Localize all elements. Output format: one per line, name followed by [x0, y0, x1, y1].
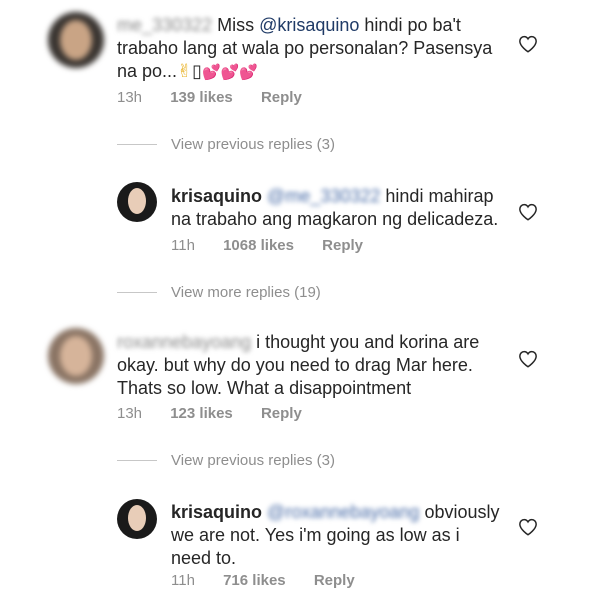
comment-username[interactable]: roxannebayoang: [117, 332, 251, 352]
divider: [117, 460, 157, 461]
heart-outline-icon[interactable]: [518, 350, 538, 368]
likes-count[interactable]: 1068 likes: [223, 237, 294, 254]
mention-link[interactable]: @krisaquino: [259, 15, 359, 35]
comment-time: 11h: [171, 572, 195, 589]
likes-count[interactable]: 716 likes: [223, 572, 286, 589]
reply-button[interactable]: Reply: [322, 237, 363, 254]
view-replies-label[interactable]: View previous replies (3): [171, 136, 335, 153]
comment-username[interactable]: me_330322: [117, 15, 212, 35]
comment-item: me_330322 Miss @krisaquino hindi po ba't…: [0, 0, 612, 120]
comment-meta: 11h 716 likes Reply: [171, 572, 379, 590]
reply-button[interactable]: Reply: [261, 89, 302, 106]
hearts-emoji: 💕💕💕: [202, 64, 259, 81]
avatar[interactable]: [48, 12, 104, 68]
comment-meta: 11h 1068 likes Reply: [171, 237, 387, 255]
peace-emoji: ✌: [177, 61, 193, 81]
likes-count[interactable]: 123 likes: [170, 405, 233, 422]
comment-time: 11h: [171, 237, 195, 254]
view-more-replies[interactable]: View more replies (19): [117, 284, 321, 301]
comment-text: krisaquino @roxannebayoang obviously we …: [171, 501, 501, 570]
divider: [117, 292, 157, 293]
comment-username[interactable]: krisaquino: [171, 502, 262, 522]
avatar[interactable]: [117, 182, 157, 222]
avatar[interactable]: [117, 499, 157, 539]
comment-thread: me_330322 Miss @krisaquino hindi po ba't…: [0, 0, 612, 609]
comment-text: krisaquino @me_330322 hindi mahirap na t…: [171, 185, 511, 231]
avatar[interactable]: [48, 328, 104, 384]
reply-button[interactable]: Reply: [261, 405, 302, 422]
likes-count[interactable]: 139 likes: [170, 89, 233, 106]
view-replies-label[interactable]: View more replies (19): [171, 284, 321, 301]
reply-item: krisaquino @me_330322 hindi mahirap na t…: [0, 170, 612, 270]
box-emoji: ▯: [192, 61, 203, 81]
view-previous-replies[interactable]: View previous replies (3): [117, 452, 335, 469]
comment-item: roxannebayoang i thought you and korina …: [0, 318, 612, 433]
heart-outline-icon[interactable]: [518, 518, 538, 536]
view-replies-label[interactable]: View previous replies (3): [171, 452, 335, 469]
comment-body: Miss: [212, 15, 260, 35]
comment-meta: 13h 139 likes Reply: [117, 89, 326, 107]
comment-time: 13h: [117, 89, 143, 106]
mention-link[interactable]: @roxannebayoang: [267, 502, 419, 522]
comment-text: roxannebayoang i thought you and korina …: [117, 331, 502, 400]
reply-button[interactable]: Reply: [314, 572, 355, 589]
comment-time: 13h: [117, 405, 143, 422]
divider: [117, 144, 157, 145]
heart-outline-icon[interactable]: [518, 35, 538, 53]
reply-item: krisaquino @roxannebayoang obviously we …: [0, 485, 612, 600]
view-previous-replies[interactable]: View previous replies (3): [117, 136, 335, 153]
comment-meta: 13h 123 likes Reply: [117, 405, 326, 423]
mention-link[interactable]: @me_330322: [267, 186, 380, 206]
comment-text: me_330322 Miss @krisaquino hindi po ba't…: [117, 14, 502, 84]
heart-outline-icon[interactable]: [518, 203, 538, 221]
comment-username[interactable]: krisaquino: [171, 186, 262, 206]
